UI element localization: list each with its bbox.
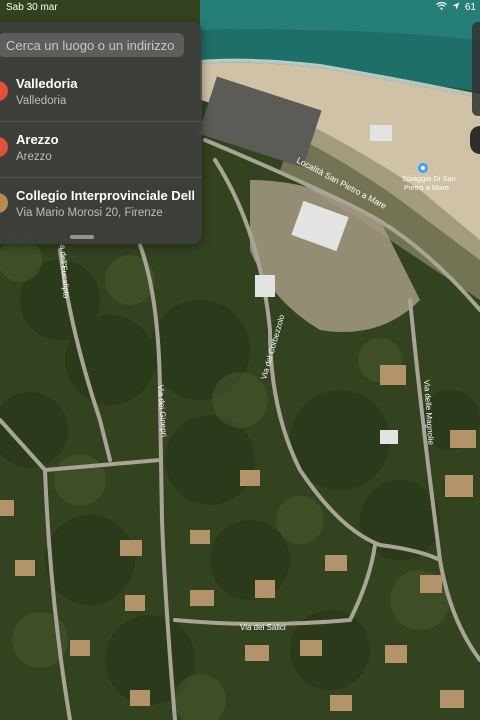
compass-icon[interactable] xyxy=(470,126,480,154)
result-title: Collegio Interprovinciale Delle... xyxy=(16,188,194,203)
graduation-cap-icon xyxy=(0,193,8,213)
beach-poi-label-line2: Pietro a Mare xyxy=(404,183,449,192)
panel-grabber-handle[interactable] xyxy=(70,235,94,239)
location-arrow-icon xyxy=(452,2,460,13)
search-input[interactable] xyxy=(0,33,186,57)
search-field[interactable] xyxy=(0,33,186,57)
place-pin-icon xyxy=(0,137,8,157)
result-item-arezzo[interactable]: Arezzo Arezzo xyxy=(0,122,202,176)
result-item-collegio[interactable]: Collegio Interprovinciale Delle... Via M… xyxy=(0,178,202,232)
result-title: Arezzo xyxy=(16,132,59,147)
place-pin-icon xyxy=(0,81,8,101)
beach-poi-pin[interactable] xyxy=(418,163,428,173)
result-title: Valledoria xyxy=(16,76,78,91)
road-label-salici: Via dei Salici xyxy=(240,623,286,632)
search-panel: Valledoria Valledoria Arezzo Arezzo Coll… xyxy=(0,22,202,244)
result-subtitle: Valledoria xyxy=(16,95,67,107)
beach-poi-label-line1: Spiaggia Di San xyxy=(402,174,456,183)
status-bar: Sab 30 mar 61 xyxy=(0,0,480,16)
result-item-valledoria[interactable]: Valledoria Valledoria xyxy=(0,66,202,120)
map-controls[interactable] xyxy=(472,22,480,116)
status-time: Sab 30 mar xyxy=(6,2,58,13)
result-subtitle: Arezzo xyxy=(16,151,52,163)
battery-percent: 61 xyxy=(464,2,476,13)
result-subtitle: Via Mario Morosi 20, Firenze xyxy=(16,207,163,219)
wifi-icon xyxy=(436,1,447,13)
